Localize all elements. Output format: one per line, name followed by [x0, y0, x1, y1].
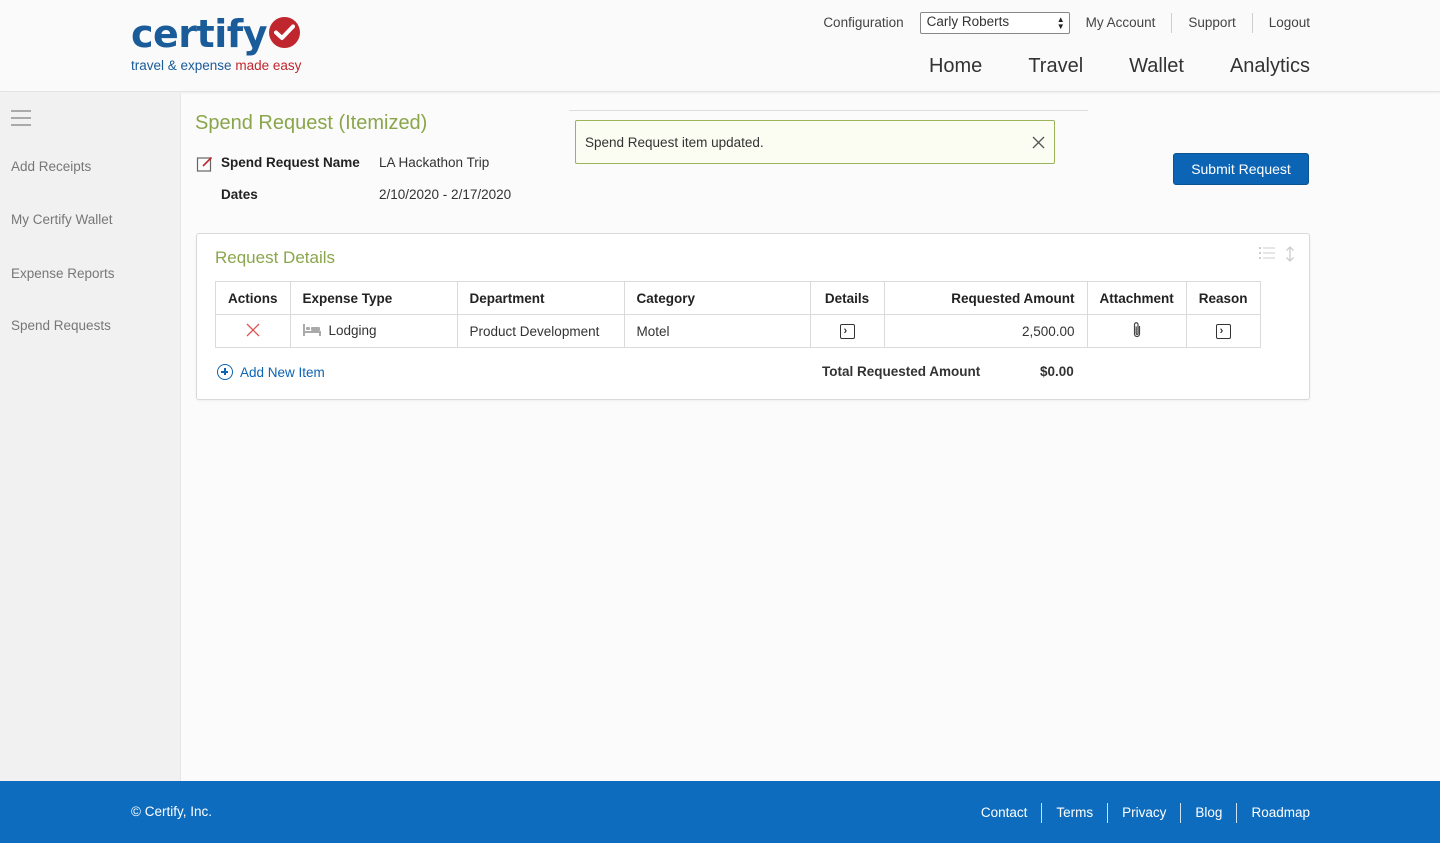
request-details-panel: Request Details Actions Expense Type Dep… — [196, 233, 1310, 400]
table-header-row: Actions Expense Type Department Category… — [215, 281, 1261, 315]
open-details-icon[interactable]: › — [839, 323, 855, 339]
footer-link-contact[interactable]: Contact — [967, 803, 1042, 823]
open-reason-icon[interactable]: › — [1215, 323, 1231, 339]
col-reason: Reason — [1185, 281, 1261, 315]
success-alert: Spend Request item updated. — [575, 120, 1055, 164]
main-nav: Home Travel Wallet Analytics — [883, 55, 1310, 78]
sidebar-item-spend-requests[interactable]: Spend Requests — [11, 318, 111, 333]
row-actions-cell — [215, 314, 291, 348]
panel-title: Request Details — [215, 248, 336, 267]
col-attachment: Attachment — [1086, 281, 1187, 315]
footer-divider — [1236, 803, 1238, 823]
copyright: © Certify, Inc. — [131, 804, 212, 819]
sort-icon[interactable] — [1285, 246, 1295, 267]
submit-request-button[interactable]: Submit Request — [1173, 153, 1309, 185]
col-details: Details — [809, 281, 885, 315]
row-attachment-cell — [1086, 314, 1187, 348]
footer-links: Contact Terms Privacy Blog Roadmap — [967, 803, 1310, 823]
footer-divider — [1107, 803, 1109, 823]
edit-icon[interactable] — [196, 155, 214, 178]
row-category-cell: Motel — [623, 314, 811, 348]
user-select-value: Carly Roberts — [926, 14, 1010, 29]
logo-wordmark: certify — [131, 12, 268, 56]
list-view-icon[interactable] — [1259, 246, 1275, 267]
nav-wallet[interactable]: Wallet — [1129, 55, 1184, 78]
total-requested-amount-label: Total Requested Amount — [822, 364, 981, 379]
divider — [569, 110, 1088, 111]
table-row: Lodging Product Development Motel › 2,50… — [215, 314, 1261, 348]
row-details-cell: › — [809, 314, 885, 348]
checkmark-icon — [269, 17, 301, 48]
row-expense-type-cell: Lodging — [289, 314, 458, 348]
configuration-link[interactable]: Configuration — [807, 13, 919, 33]
select-arrows-icon: ▲ ▼ — [1056, 15, 1065, 31]
support-link[interactable]: Support — [1172, 13, 1251, 33]
col-requested-amount: Requested Amount — [883, 281, 1088, 315]
app-header: certify travel & expense made easy Confi… — [0, 0, 1440, 92]
my-account-link[interactable]: My Account — [1070, 13, 1172, 33]
bed-icon — [302, 323, 321, 339]
expense-type-value: Lodging — [328, 323, 377, 339]
col-department: Department — [456, 281, 625, 315]
alert-message: Spend Request item updated. — [585, 135, 764, 150]
logout-link[interactable]: Logout — [1253, 13, 1310, 33]
sidebar-item-expense-reports[interactable]: Expense Reports — [11, 266, 115, 281]
footer-link-terms[interactable]: Terms — [1042, 803, 1107, 823]
row-requested-amount-cell: 2,500.00 — [883, 314, 1088, 348]
user-select[interactable]: Carly Roberts ▲ ▼ — [919, 12, 1070, 34]
footer-divider — [1180, 803, 1182, 823]
tagline-part1: travel & expense — [131, 58, 232, 73]
col-actions: Actions — [215, 281, 291, 315]
page-title: Spend Request (Itemized) — [195, 112, 428, 134]
hamburger-menu-icon[interactable] — [11, 110, 31, 131]
app-footer: © Certify, Inc. Contact Terms Privacy Bl… — [0, 781, 1440, 843]
spend-request-name-value: LA Hackathon Trip — [379, 155, 490, 170]
footer-link-roadmap[interactable]: Roadmap — [1237, 803, 1310, 823]
tagline-part2: made easy — [235, 58, 302, 73]
dates-label: Dates — [221, 187, 258, 202]
total-requested-amount-value: $0.00 — [1040, 364, 1074, 379]
request-details-table: Actions Expense Type Department Category… — [215, 281, 1261, 348]
top-utility-nav: Configuration Carly Roberts ▲ ▼ My Accoun… — [807, 12, 1310, 34]
row-reason-cell: › — [1185, 314, 1261, 348]
certify-logo[interactable]: certify — [131, 12, 301, 56]
nav-analytics[interactable]: Analytics — [1230, 55, 1310, 78]
nav-home[interactable]: Home — [929, 55, 982, 78]
sidebar-item-my-certify-wallet[interactable]: My Certify Wallet — [11, 212, 113, 227]
row-department-cell: Product Development — [456, 314, 625, 348]
col-expense-type: Expense Type — [289, 281, 458, 315]
spend-request-name-label: Spend Request Name — [221, 155, 360, 170]
sidebar: Add Receipts My Certify Wallet Expense R… — [0, 93, 181, 781]
nav-travel[interactable]: Travel — [1028, 55, 1083, 78]
panel-tools — [1259, 246, 1295, 267]
dates-value: 2/10/2020 - 2/17/2020 — [379, 187, 512, 202]
close-icon[interactable] — [1032, 136, 1045, 154]
plus-circle-icon — [217, 364, 233, 380]
footer-divider — [1041, 803, 1043, 823]
delete-icon[interactable] — [246, 323, 260, 340]
logo-tagline: travel & expense made easy — [131, 58, 301, 73]
add-new-item-button[interactable]: Add New Item — [217, 364, 325, 380]
footer-link-blog[interactable]: Blog — [1181, 803, 1236, 823]
col-category: Category — [623, 281, 811, 315]
footer-link-privacy[interactable]: Privacy — [1108, 803, 1180, 823]
sidebar-item-add-receipts[interactable]: Add Receipts — [11, 159, 91, 174]
paperclip-icon[interactable] — [1132, 321, 1142, 342]
add-new-item-label: Add New Item — [240, 364, 325, 380]
